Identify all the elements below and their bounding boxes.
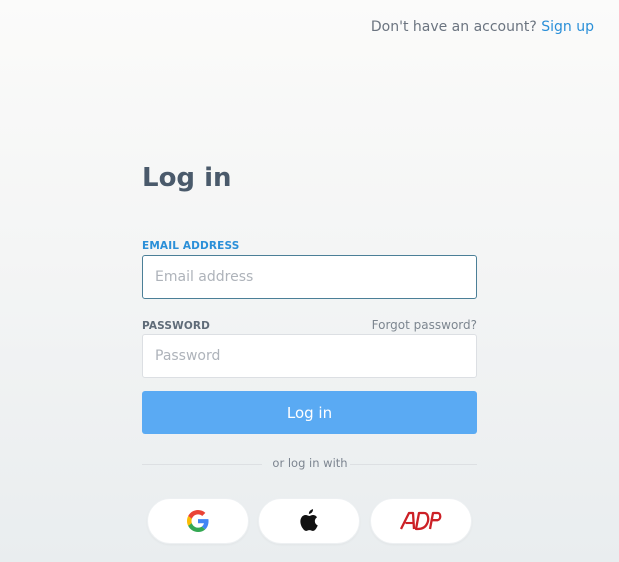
- password-label-row: PASSWORD Forgot password?: [142, 318, 477, 332]
- login-button[interactable]: Log in: [142, 391, 477, 434]
- social-divider: or log in with: [142, 456, 477, 472]
- email-label: EMAIL ADDRESS: [142, 240, 240, 252]
- adp-login-button[interactable]: [370, 498, 472, 544]
- google-login-button[interactable]: [147, 498, 249, 544]
- forgot-password-link[interactable]: Forgot password?: [372, 318, 477, 332]
- password-input[interactable]: [142, 334, 477, 378]
- apple-logo-icon: [298, 509, 320, 533]
- divider-line-right: [350, 464, 477, 465]
- signup-link[interactable]: Sign up: [541, 19, 594, 35]
- page-title: Log in: [142, 163, 232, 193]
- email-input[interactable]: [142, 255, 477, 299]
- divider-text: or log in with: [272, 456, 348, 470]
- password-label: PASSWORD: [142, 320, 211, 332]
- apple-login-button[interactable]: [258, 498, 360, 544]
- signup-prompt-text: Don't have an account?: [370, 19, 537, 35]
- social-login-row: [147, 498, 473, 544]
- google-logo-icon: [187, 510, 209, 532]
- adp-logo-icon: [399, 510, 443, 532]
- login-panel: Log in EMAIL ADDRESS PASSWORD Forgot pas…: [142, 160, 477, 544]
- divider-line-left: [142, 464, 262, 465]
- signup-prompt: Don't have an account? Sign up: [371, 19, 594, 35]
